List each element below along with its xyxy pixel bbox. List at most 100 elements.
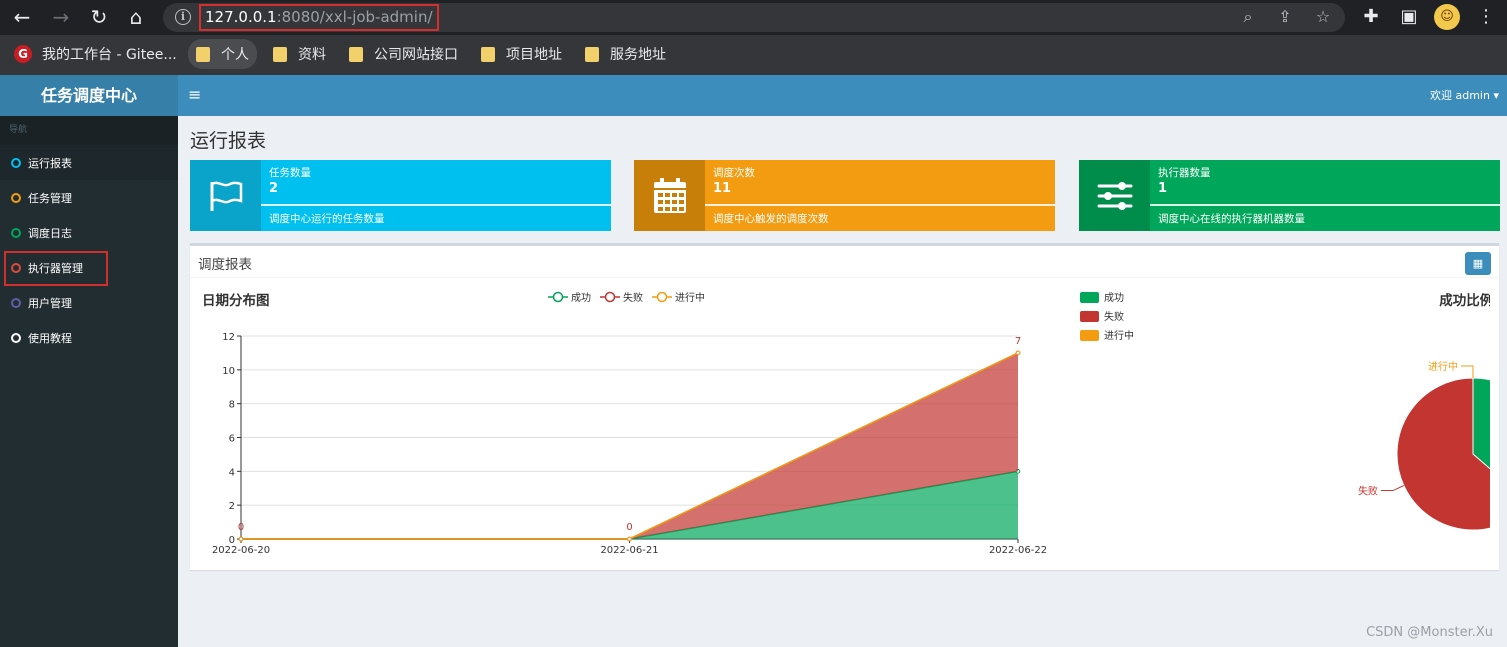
home-icon[interactable]: ⌂ (123, 4, 149, 30)
calendar-icon: ▦ (1472, 257, 1484, 270)
info-box-number: 2 (269, 181, 279, 196)
legend-label: 失败 (623, 291, 643, 304)
bookmark-folder-docs[interactable]: 资料 (273, 39, 326, 69)
info-box-label: 执行器数量 (1158, 167, 1211, 179)
bookmark-label: 资料 (298, 47, 326, 63)
bookmark-label: 项目地址 (506, 47, 562, 63)
sidebar-item-label: 任务管理 (28, 191, 72, 205)
info-box-progress (261, 204, 611, 206)
sidebar-item-report[interactable]: 运行报表 (0, 145, 178, 180)
sidebar-item-logs[interactable]: 调度日志 (0, 215, 178, 250)
y-tick-label: 12 (222, 332, 235, 343)
legend-marker (656, 291, 668, 303)
folder-icon (585, 46, 599, 62)
legend-label: 成功 (571, 292, 591, 304)
back-icon[interactable]: ← (9, 4, 35, 30)
nav-header: 导航 (0, 116, 178, 145)
info-box-number: 1 (1158, 181, 1168, 196)
pie-label: 失败 (1358, 485, 1378, 498)
info-box-label: 调度次数 (713, 167, 755, 179)
annotation-highlight-box (4, 251, 108, 286)
legend-label: 失败 (1104, 310, 1124, 323)
side-panel-icon[interactable]: ▣ (1396, 4, 1422, 30)
folder-icon (349, 46, 363, 62)
legend-swatch (1080, 311, 1099, 322)
info-box-label: 任务数量 (269, 167, 311, 179)
data-label: 0 (626, 522, 632, 533)
circle-icon (11, 227, 21, 238)
user-menu[interactable]: 欢迎 admin ▾ (1430, 87, 1499, 103)
circle-icon (11, 157, 21, 168)
x-tick-label: 2022-06-22 (989, 545, 1047, 556)
legend-label: 成功 (1104, 292, 1124, 304)
share-icon[interactable]: ⇪ (1274, 6, 1296, 28)
flag-icon (210, 181, 242, 211)
data-point (1015, 350, 1021, 356)
bookmark-label: 公司网站接口 (374, 47, 458, 63)
more-menu-icon[interactable]: ⋮ (1473, 4, 1499, 30)
report-panel-title: 调度报表 (198, 257, 252, 273)
circle-icon (11, 192, 21, 203)
date-range-button[interactable]: ▦ (1465, 252, 1491, 275)
forward-icon[interactable]: → (48, 4, 74, 30)
date-distribution-chart: 日期分布图 成功 失败 进行中0246810122022-06-20 2022-06-2… (202, 291, 1047, 556)
sidebar-item-help[interactable]: 使用教程 (0, 320, 178, 355)
extensions-icon[interactable]: ✚ (1358, 4, 1384, 30)
chart-title: 成功比例图 (1439, 292, 1490, 309)
url-text[interactable]: 127.0.0.1:8080/xxl-job-admin/ (199, 4, 439, 31)
info-box-description: 调度中心在线的执行器机器数量 (1158, 213, 1305, 225)
profile-avatar[interactable]: ☺ (1434, 4, 1460, 30)
circle-icon (11, 297, 21, 308)
watermark: CSDN @Monster.Xu (1366, 625, 1493, 640)
info-box-description: 调度中心运行的任务数量 (269, 213, 385, 225)
info-box-progress (705, 204, 1055, 206)
bookmark-label: 个人 (221, 47, 249, 63)
pie-label-line (1461, 365, 1474, 378)
site-info-icon[interactable]: i (175, 9, 191, 25)
bookmark-folder-personal[interactable]: 个人 (188, 39, 257, 69)
brand-logo[interactable]: 任务调度中心 (0, 75, 178, 116)
data-point (627, 536, 632, 542)
y-tick-label: 2 (229, 501, 235, 512)
circle-icon (11, 332, 21, 343)
report-panel: 调度报表 ▦ 日期分布图 成功 失败 进行中 0 2 4 6 8 10 12 2022-06-20 20… (190, 243, 1499, 570)
info-box-jobs: 任务数量 2 调度中心运行的任务数量 (190, 160, 611, 231)
data-point (238, 536, 244, 542)
bookmark-star-icon[interactable]: ☆ (1312, 6, 1334, 28)
info-box-icon-area (190, 160, 261, 231)
sidebar: 任务调度中心 导航 运行报表 任务管理 调度日志 执行器管理 用户管理 使用教程 (0, 75, 178, 647)
success-ratio-chart: 成功失败进行中成功比例图成功失败进行中 (1080, 292, 1490, 531)
bookmark-folder-company-api[interactable]: 公司网站接口 (349, 39, 458, 69)
sidebar-item-label: 使用教程 (28, 331, 72, 345)
bookmark-label: 服务地址 (610, 47, 666, 63)
info-box-icon-area (1079, 160, 1150, 231)
url-path: :8080/xxl-job-admin/ (276, 8, 433, 26)
folder-icon (273, 46, 287, 62)
legend-marker (604, 291, 616, 303)
welcome-text: 欢迎 admin (1430, 89, 1490, 102)
legend-label: 进行中 (1104, 329, 1134, 342)
address-bar[interactable]: i 127.0.0.1:8080/xxl-job-admin/ ⌕ ⇪ ☆ (163, 3, 1345, 32)
bookmark-folder-projects[interactable]: 项目地址 (481, 39, 562, 69)
sidebar-item-users[interactable]: 用户管理 (0, 285, 178, 320)
chart-title: 日期分布图 (202, 292, 270, 309)
y-tick-label: 10 (222, 366, 235, 377)
reload-icon[interactable]: ↻ (86, 4, 112, 30)
info-box-icon-area (634, 160, 705, 231)
sidebar-item-label: 运行报表 (28, 156, 72, 170)
zoom-icon[interactable]: ⌕ (1237, 6, 1259, 28)
folder-icon (481, 46, 495, 62)
url-host: 127.0.0.1 (205, 8, 277, 26)
y-tick-label: 4 (229, 467, 235, 478)
menu-toggle-icon[interactable]: ≡ (188, 85, 201, 105)
bookmark-gitee[interactable]: G 我的工作台 - Gitee... (14, 39, 177, 69)
bookmark-folder-services[interactable]: 服务地址 (585, 39, 666, 69)
y-tick-label: 6 (229, 434, 235, 445)
y-tick-label: 8 (229, 400, 235, 411)
sidebar-item-label: 用户管理 (28, 296, 72, 310)
divider (190, 277, 1499, 278)
pie-label-line (1380, 485, 1405, 492)
sidebar-item-jobs[interactable]: 任务管理 (0, 180, 178, 215)
legend-marker (552, 291, 564, 303)
main-content: 运行报表 任务数量 2 调度中心运行的任务数量 调度次数 11 调度中心触发的调… (178, 116, 1507, 647)
